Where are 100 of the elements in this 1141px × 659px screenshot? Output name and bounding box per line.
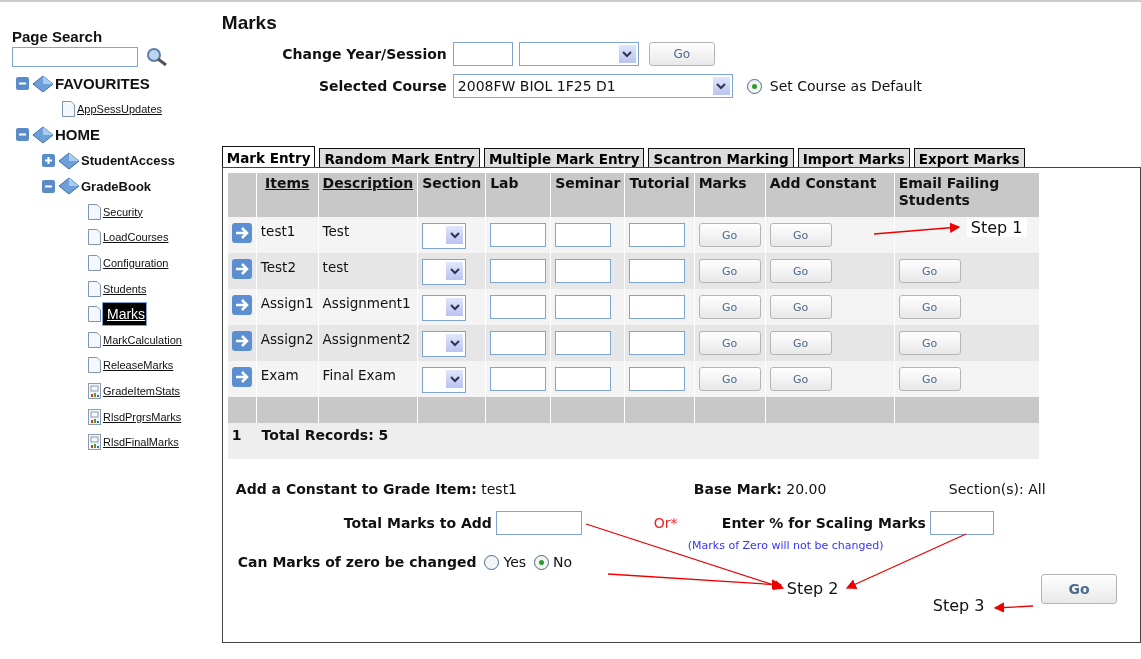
note-text: (Marks of Zero will not be changed) <box>687 539 885 552</box>
year-field[interactable] <box>452 42 513 66</box>
column-header: Lab <box>485 173 551 217</box>
arrow-right-icon[interactable] <box>231 223 252 243</box>
section-dropdown[interactable] <box>422 223 467 249</box>
folder-label[interactable]: FAVOURITES <box>55 75 150 93</box>
collapse-icon[interactable] <box>16 128 29 142</box>
go-button[interactable]: Go <box>1041 574 1117 604</box>
seminar-field[interactable] <box>555 367 612 391</box>
arrow-right-icon[interactable] <box>231 367 252 387</box>
column-header[interactable]: Items <box>256 173 319 217</box>
or-text: Or* <box>653 515 679 531</box>
seminar-field[interactable] <box>555 295 612 319</box>
go-button[interactable]: Go <box>769 331 832 355</box>
arrow-right-icon[interactable] <box>231 295 252 315</box>
go-button[interactable]: Go <box>898 367 961 391</box>
folder-label[interactable]: GradeBook <box>81 178 152 194</box>
page-link[interactable]: RlsdFinalMarks <box>102 436 180 449</box>
caret-icon <box>449 375 460 383</box>
tutorial-field[interactable] <box>629 223 686 247</box>
folder-label[interactable]: HOME <box>55 126 100 144</box>
seminar-field[interactable] <box>555 259 612 283</box>
caret-icon <box>449 267 460 275</box>
caret-icon <box>622 50 633 58</box>
radio-button[interactable] <box>746 78 762 94</box>
column-header: Seminar <box>550 173 625 217</box>
page-icon <box>88 229 101 246</box>
folder-label[interactable]: StudentAccess <box>81 153 175 169</box>
annotation-arrow <box>993 602 1034 613</box>
sections-text: Section(s): All <box>948 481 1046 497</box>
search-field[interactable] <box>12 47 138 67</box>
go-button[interactable]: Go <box>769 259 832 283</box>
go-button[interactable]: Go <box>698 295 761 319</box>
scaling-field[interactable] <box>929 511 994 535</box>
tutorial-field[interactable] <box>629 331 686 355</box>
page-link[interactable]: Configuration <box>102 256 170 269</box>
go-button[interactable]: Go <box>769 295 832 319</box>
seminar-field[interactable] <box>555 223 612 247</box>
report-icon <box>88 408 101 425</box>
lab-field[interactable] <box>490 295 547 319</box>
report-icon <box>88 434 101 451</box>
tab[interactable]: Multiple Mark Entry <box>483 148 645 168</box>
page-icon <box>88 331 101 348</box>
tutorial-field[interactable] <box>629 367 686 391</box>
page-link[interactable]: GradeItemStats <box>102 384 182 397</box>
arrow-right-icon[interactable] <box>231 259 252 279</box>
radio-button[interactable] <box>534 554 550 570</box>
go-button[interactable]: Go <box>698 259 761 283</box>
lab-field[interactable] <box>490 259 547 283</box>
diamond-icon <box>32 74 54 93</box>
seminar-field[interactable] <box>555 331 612 355</box>
section-dropdown[interactable] <box>422 331 467 357</box>
page-link[interactable]: Marks <box>102 302 148 327</box>
total-marks-field[interactable] <box>495 511 582 535</box>
go-button[interactable]: Go <box>648 42 715 66</box>
section-dropdown[interactable] <box>422 295 467 321</box>
page-link[interactable]: Students <box>102 282 148 295</box>
caret-icon <box>716 82 727 90</box>
go-button[interactable]: Go <box>698 223 761 247</box>
diamond-icon <box>32 126 54 144</box>
go-button[interactable]: Go <box>898 259 961 283</box>
tab[interactable]: Scantron Marking <box>648 148 794 168</box>
go-button[interactable]: Go <box>898 295 961 319</box>
go-button[interactable]: Go <box>769 223 832 247</box>
radio-button[interactable] <box>484 554 500 570</box>
lab-field[interactable] <box>490 331 547 355</box>
arrow-right-icon[interactable] <box>231 331 252 351</box>
tab[interactable]: Import Marks <box>797 148 910 168</box>
section-dropdown[interactable] <box>422 367 467 393</box>
lab-field[interactable] <box>490 367 547 391</box>
page-link[interactable]: ReleaseMarks <box>102 359 175 372</box>
tutorial-field[interactable] <box>629 295 686 319</box>
collapse-icon[interactable] <box>42 179 55 193</box>
zero-label: Can Marks of zero be changed <box>237 554 477 570</box>
session-dropdown[interactable] <box>518 42 639 66</box>
table-cell: Assignment1 <box>318 289 418 325</box>
tab[interactable]: Random Mark Entry <box>319 148 480 168</box>
go-button[interactable]: Go <box>698 331 761 355</box>
page-number[interactable]: 1 <box>231 427 242 443</box>
page-link[interactable]: Security <box>102 205 144 218</box>
section-dropdown[interactable] <box>422 259 467 285</box>
go-button[interactable]: Go <box>698 367 761 391</box>
page-link[interactable]: MarkCalculation <box>102 333 183 346</box>
expand-icon[interactable] <box>42 154 55 168</box>
course-dropdown[interactable]: 2008FW BIOL 1F25 D1 <box>452 74 733 98</box>
tab[interactable]: Export Marks <box>913 148 1025 168</box>
lab-field[interactable] <box>490 223 547 247</box>
column-header[interactable]: Description <box>318 173 418 217</box>
go-button[interactable]: Go <box>898 331 961 355</box>
search-icon[interactable] <box>146 47 168 67</box>
table-cell: Test2 <box>256 253 319 289</box>
default-label: Set Course as Default <box>769 78 923 94</box>
page-link[interactable]: RlsdPrgrsMarks <box>102 410 183 423</box>
search-title: Page Search <box>12 28 104 45</box>
page-link[interactable]: LoadCourses <box>102 231 170 244</box>
tutorial-field[interactable] <box>629 259 686 283</box>
page-link[interactable]: AppSessUpdates <box>76 103 163 116</box>
tab[interactable]: Mark Entry <box>221 146 316 168</box>
go-button[interactable]: Go <box>769 367 832 391</box>
collapse-icon[interactable] <box>16 77 29 91</box>
